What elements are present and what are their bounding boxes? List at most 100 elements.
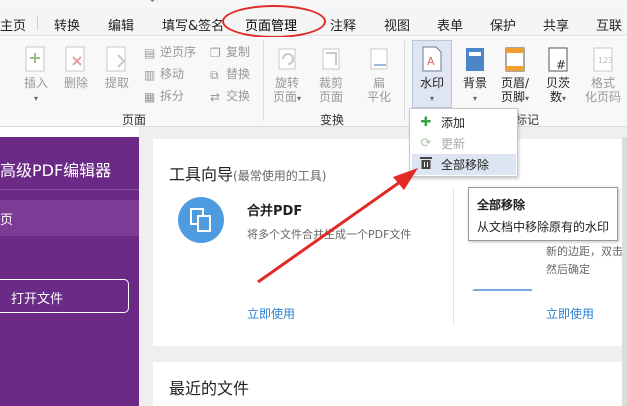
- split-icon: ▦: [144, 89, 156, 104]
- plus-icon: ✚: [420, 115, 432, 130]
- right-tool-desc-1: 新的边距，双击: [546, 245, 623, 258]
- tooltip-desc: 从文档中移除原有的水印: [477, 220, 610, 234]
- merge-use-now-link[interactable]: 立即使用: [247, 305, 295, 322]
- move-button[interactable]: ▥ 移动: [144, 65, 184, 82]
- merge-pdf-title: 合并PDF: [247, 204, 303, 219]
- menu-convert[interactable]: 转换: [54, 15, 80, 34]
- rotate-page-button[interactable]: 旋转 页面▾: [270, 45, 304, 106]
- flatten-label-2: 平化: [366, 90, 391, 104]
- swap-label: 交换: [226, 89, 251, 103]
- crop-label-2: 页面: [318, 90, 343, 104]
- merge-pdf-desc: 将多个文件合并生成一个PDF文件: [247, 228, 412, 241]
- sidebar-divider: [0, 189, 139, 190]
- background-label: 背景: [462, 76, 487, 90]
- header-footer-button[interactable]: 页眉/页脚▾: [497, 45, 533, 106]
- left-sidebar: 高级PDF编辑器 页 打开文件: [0, 137, 139, 406]
- merge-pdf-icon: [178, 197, 224, 243]
- extract-button[interactable]: 提取: [101, 45, 133, 90]
- menu-fill-sign[interactable]: 填写&签名: [162, 15, 224, 34]
- title-strip: ↶: [0, 0, 627, 8]
- format-label-2: 化页码: [584, 90, 621, 104]
- right-tool-desc-2: 然后确定: [546, 263, 590, 276]
- replace-label: 替换: [226, 67, 251, 81]
- quick-access-icon[interactable]: ↶: [150, 0, 158, 7]
- background-icon: [466, 48, 484, 71]
- format-page-number-button[interactable]: 123 格式 化页码: [583, 45, 623, 104]
- bates-label-2: 数: [549, 90, 562, 104]
- header-footer-label-1: 页眉/: [500, 76, 530, 90]
- header-footer-label-2: 页脚: [500, 90, 525, 104]
- copy-label: 复制: [226, 45, 251, 59]
- group-separator: [404, 41, 405, 121]
- menu-connect[interactable]: 互联: [596, 15, 622, 34]
- bates-label-1: 贝茨: [545, 76, 570, 90]
- flatten-icon: [370, 48, 388, 70]
- rotate-icon: [278, 48, 296, 70]
- watermark-label: 水印: [419, 76, 444, 90]
- chevron-down-icon: ▾: [429, 94, 434, 103]
- ribbon-toolbar: 插入 ▾ 删除 提取 ▤ 逆页序 ▥ 移动 ▦ 拆分 ❐ 复制 ⧉ 替换 ⇄ 交换 页面 旋转…: [0, 37, 627, 127]
- bates-number-button[interactable]: # 贝茨 数▾: [540, 45, 576, 106]
- menu-edit[interactable]: 编辑: [108, 15, 134, 34]
- open-file-button[interactable]: 打开文件: [0, 279, 129, 313]
- replace-button[interactable]: ⧉ 替换: [210, 65, 250, 82]
- dropdown-remove-all-label: 全部移除: [441, 158, 490, 172]
- svg-text:#: #: [556, 58, 566, 72]
- delete-page-icon: [65, 46, 85, 72]
- menu-protect[interactable]: 保护: [490, 15, 516, 34]
- flatten-button[interactable]: 扁平化: [362, 45, 396, 104]
- group-separator: [263, 41, 264, 121]
- scrollbar[interactable]: [622, 137, 627, 406]
- menu-form[interactable]: 表单: [437, 15, 463, 34]
- insert-label: 插入: [23, 76, 48, 90]
- extract-label: 提取: [104, 76, 129, 90]
- rotate-label-1: 旋转: [274, 76, 299, 90]
- reverse-order-icon: ▤: [144, 45, 156, 60]
- sidebar-item-home[interactable]: 页: [0, 200, 139, 236]
- right-tool-icon: [472, 241, 532, 291]
- split-button[interactable]: ▦ 拆分: [144, 87, 184, 104]
- trash-icon: [417, 156, 435, 173]
- right-use-now-link[interactable]: 立即使用: [546, 305, 594, 322]
- watermark-dropdown: ✚ 添加 ⟳ 更新 全部移除: [409, 108, 518, 177]
- menu-home[interactable]: 主页: [0, 15, 26, 34]
- menu-view[interactable]: 视图: [384, 15, 410, 34]
- app-title: 高级PDF编辑器: [0, 161, 112, 180]
- copy-icon: ❐: [210, 45, 221, 60]
- swap-button[interactable]: ⇄ 交换: [210, 87, 250, 104]
- tools-title: 工具向导(最常使用的工具): [169, 161, 326, 185]
- crop-page-button[interactable]: 裁剪 页面: [314, 45, 348, 104]
- move-label: 移动: [160, 67, 185, 81]
- svg-text:A: A: [427, 55, 435, 68]
- copy-button[interactable]: ❐ 复制: [210, 43, 250, 60]
- header-footer-icon: [505, 47, 525, 72]
- insert-button[interactable]: 插入 ▾: [20, 45, 52, 106]
- menu-separator: [37, 16, 38, 30]
- extract-icon: [106, 46, 126, 72]
- highlight-circle-annotation: [222, 5, 326, 38]
- dropdown-item-add[interactable]: ✚ 添加: [412, 112, 516, 133]
- watermark-icon: A: [422, 46, 442, 72]
- split-label: 拆分: [160, 89, 185, 103]
- crop-icon: [322, 48, 340, 70]
- reverse-order-button[interactable]: ▤ 逆页序: [144, 43, 196, 60]
- insert-icon: [25, 46, 45, 72]
- watermark-button[interactable]: A 水印 ▾: [414, 45, 450, 106]
- background-button[interactable]: 背景 ▾: [457, 45, 493, 106]
- delete-button[interactable]: 删除: [60, 45, 92, 90]
- replace-icon: ⧉: [210, 67, 219, 82]
- menu-comment[interactable]: 注释: [330, 15, 356, 34]
- format-label-1: 格式: [590, 76, 615, 90]
- move-icon: ▥: [144, 67, 156, 82]
- dropdown-add-label: 添加: [441, 116, 466, 130]
- dropdown-item-remove-all[interactable]: 全部移除: [412, 154, 516, 175]
- crop-label-1: 裁剪: [318, 76, 343, 90]
- dropdown-item-update[interactable]: ⟳ 更新: [412, 133, 516, 154]
- svg-text:123: 123: [598, 56, 613, 65]
- dropdown-update-label: 更新: [441, 137, 466, 151]
- transform-group-label: 变换: [320, 113, 345, 127]
- flatten-label-1: 扁: [372, 76, 385, 90]
- recent-files-title: 最近的文件: [169, 379, 250, 398]
- menu-share[interactable]: 共享: [543, 15, 569, 34]
- swap-icon: ⇄: [210, 89, 221, 104]
